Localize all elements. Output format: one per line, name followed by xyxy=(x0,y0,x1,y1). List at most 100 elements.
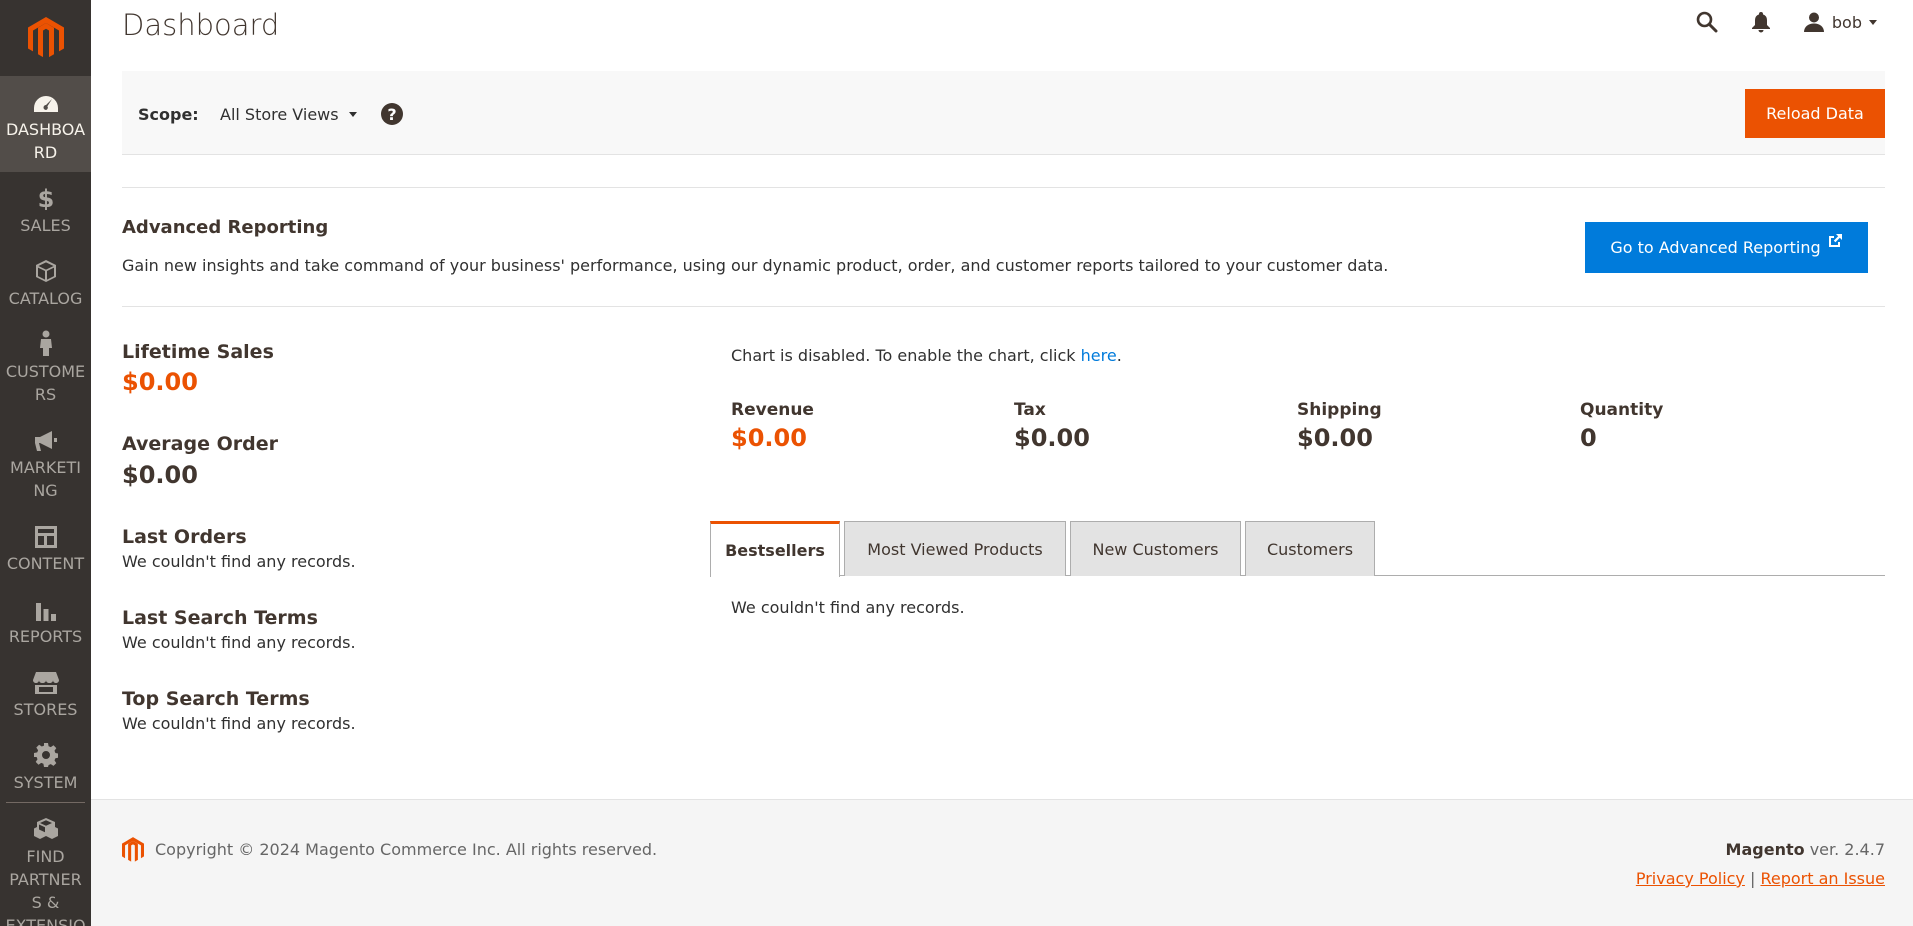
sidebar-item-label: SYSTEM xyxy=(13,773,78,792)
scope-dropdown[interactable]: All Store Views xyxy=(220,105,357,124)
external-link-icon xyxy=(1827,233,1843,253)
dashboard-tabs: Bestsellers Most Viewed Products New Cus… xyxy=(710,521,1885,577)
divider xyxy=(122,187,1885,188)
scope-label: Scope: xyxy=(138,105,199,124)
tab-most-viewed-products[interactable]: Most Viewed Products xyxy=(844,521,1066,576)
magento-footer-logo-icon xyxy=(122,837,144,867)
magento-logo-icon xyxy=(27,17,64,58)
notifications-button[interactable] xyxy=(1751,11,1770,33)
page-footer: Copyright © 2024 Magento Commerce Inc. A… xyxy=(91,799,1913,926)
shipping-value: $0.00 xyxy=(1297,424,1373,452)
box-icon xyxy=(35,257,57,283)
advanced-reporting-title: Advanced Reporting xyxy=(122,217,329,238)
help-icon[interactable]: ? xyxy=(380,102,404,130)
tab-new-customers[interactable]: New Customers xyxy=(1070,521,1241,576)
layout-icon xyxy=(34,522,57,548)
top-search-terms-title: Top Search Terms xyxy=(122,688,310,710)
revenue-value: $0.00 xyxy=(731,424,807,452)
sidebar-item-label: REPORTS xyxy=(8,627,83,646)
chart-message-text: Chart is disabled. To enable the chart, … xyxy=(731,346,1081,365)
reload-data-button[interactable]: Reload Data xyxy=(1745,89,1885,138)
sidebar-item-label: FIND PARTNER S & EXTENSIO NS xyxy=(5,847,86,926)
lifetime-sales-value: $0.00 xyxy=(122,368,198,396)
sidebar-item-stores[interactable]: STORES xyxy=(0,656,91,729)
sidebar-item-find-partners[interactable]: FIND PARTNER S & EXTENSIO NS xyxy=(0,803,91,926)
header-actions: bob xyxy=(1696,8,1877,36)
dollar-icon: $ xyxy=(38,184,54,210)
brand-name: Magento xyxy=(1725,840,1805,859)
sidebar-item-catalog[interactable]: CATALOG xyxy=(0,245,91,318)
dashboard-totals: Revenue $0.00 Tax $0.00 Shipping $0.00 Q… xyxy=(731,400,1861,460)
top-search-terms-empty: We couldn't find any records. xyxy=(122,714,356,733)
scope-bar: Scope: All Store Views ? Reload Data xyxy=(122,71,1885,155)
sidebar-item-system[interactable]: SYSTEM xyxy=(0,729,91,802)
sidebar-item-label: SALES xyxy=(20,216,71,235)
enable-chart-link[interactable]: here xyxy=(1081,346,1117,365)
sidebar-item-customers[interactable]: CUSTOME RS xyxy=(0,318,91,414)
admin-sidebar: DASHBOA RD $ SALES CATALOG CUSTOME RS MA… xyxy=(0,0,91,926)
sidebar-item-label: CONTENT xyxy=(6,554,85,573)
sidebar-item-label: MARKETI NG xyxy=(10,458,81,500)
last-orders-title: Last Orders xyxy=(122,526,247,548)
revenue-total: Revenue $0.00 xyxy=(731,400,814,452)
tax-total: Tax $0.00 xyxy=(1014,400,1090,452)
button-label: Go to Advanced Reporting xyxy=(1610,238,1821,257)
shipping-label: Shipping xyxy=(1297,400,1382,420)
sidebar-item-marketing[interactable]: MARKETI NG xyxy=(0,414,91,510)
sidebar-item-dashboard[interactable]: DASHBOA RD xyxy=(0,76,91,172)
lifetime-sales-label: Lifetime Sales xyxy=(122,341,274,363)
copyright-text: Copyright © 2024 Magento Commerce Inc. A… xyxy=(155,840,658,859)
gear-icon xyxy=(33,741,58,767)
person-icon xyxy=(39,330,53,356)
user-icon xyxy=(1803,12,1824,32)
user-name: bob xyxy=(1831,12,1862,32)
magento-logo[interactable] xyxy=(0,0,91,76)
quantity-value: 0 xyxy=(1580,424,1597,452)
sidebar-item-content[interactable]: CONTENT xyxy=(0,510,91,583)
sidebar-item-reports[interactable]: REPORTS xyxy=(0,583,91,656)
tax-label: Tax xyxy=(1014,400,1046,420)
storefront-icon xyxy=(32,668,59,694)
user-menu-button[interactable]: bob xyxy=(1803,12,1877,32)
last-search-terms-empty: We couldn't find any records. xyxy=(122,633,356,652)
revenue-label: Revenue xyxy=(731,400,814,420)
bar-chart-icon xyxy=(35,595,57,621)
chart-disabled-message: Chart is disabled. To enable the chart, … xyxy=(731,346,1122,365)
footer-links: Privacy Policy | Report an Issue xyxy=(1636,869,1885,888)
last-search-terms-title: Last Search Terms xyxy=(122,607,318,629)
tab-customers[interactable]: Customers xyxy=(1245,521,1375,576)
tab-content-empty: We couldn't find any records. xyxy=(731,598,965,617)
go-to-advanced-reporting-button[interactable]: Go to Advanced Reporting xyxy=(1585,222,1868,273)
megaphone-icon xyxy=(33,426,59,452)
tab-bestsellers[interactable]: Bestsellers xyxy=(710,521,840,577)
cubes-icon xyxy=(33,815,58,841)
average-order-label: Average Order xyxy=(122,433,278,455)
chevron-down-icon xyxy=(1869,19,1877,25)
divider xyxy=(122,306,1885,307)
quantity-label: Quantity xyxy=(1580,400,1664,420)
bell-icon xyxy=(1751,11,1770,32)
sidebar-item-label: DASHBOA RD xyxy=(5,120,86,162)
chevron-down-icon xyxy=(348,112,357,117)
advanced-reporting-description: Gain new insights and take command of yo… xyxy=(122,256,1389,275)
sidebar-item-sales[interactable]: $ SALES xyxy=(0,172,91,245)
privacy-policy-link[interactable]: Privacy Policy xyxy=(1636,869,1745,888)
report-issue-link[interactable]: Report an Issue xyxy=(1760,869,1885,888)
average-order-value: $0.00 xyxy=(122,461,198,489)
dashboard-icon xyxy=(33,88,59,114)
sidebar-item-label: CUSTOME RS xyxy=(5,362,86,404)
chart-message-suffix: . xyxy=(1116,346,1122,365)
link-separator: | xyxy=(1744,869,1761,888)
page-title: Dashboard xyxy=(122,8,280,42)
quantity-total: Quantity 0 xyxy=(1580,400,1663,452)
search-icon xyxy=(1696,11,1718,33)
global-search-button[interactable] xyxy=(1696,11,1718,33)
sidebar-item-label: CATALOG xyxy=(8,289,83,308)
svg-text:$: $ xyxy=(38,186,54,210)
last-orders-empty: We couldn't find any records. xyxy=(122,552,356,571)
shipping-total: Shipping $0.00 xyxy=(1297,400,1382,452)
scope-selected-value: All Store Views xyxy=(220,105,339,124)
sidebar-item-label: STORES xyxy=(13,700,78,719)
version-number: ver. 2.4.7 xyxy=(1804,840,1885,859)
svg-text:?: ? xyxy=(387,105,396,124)
